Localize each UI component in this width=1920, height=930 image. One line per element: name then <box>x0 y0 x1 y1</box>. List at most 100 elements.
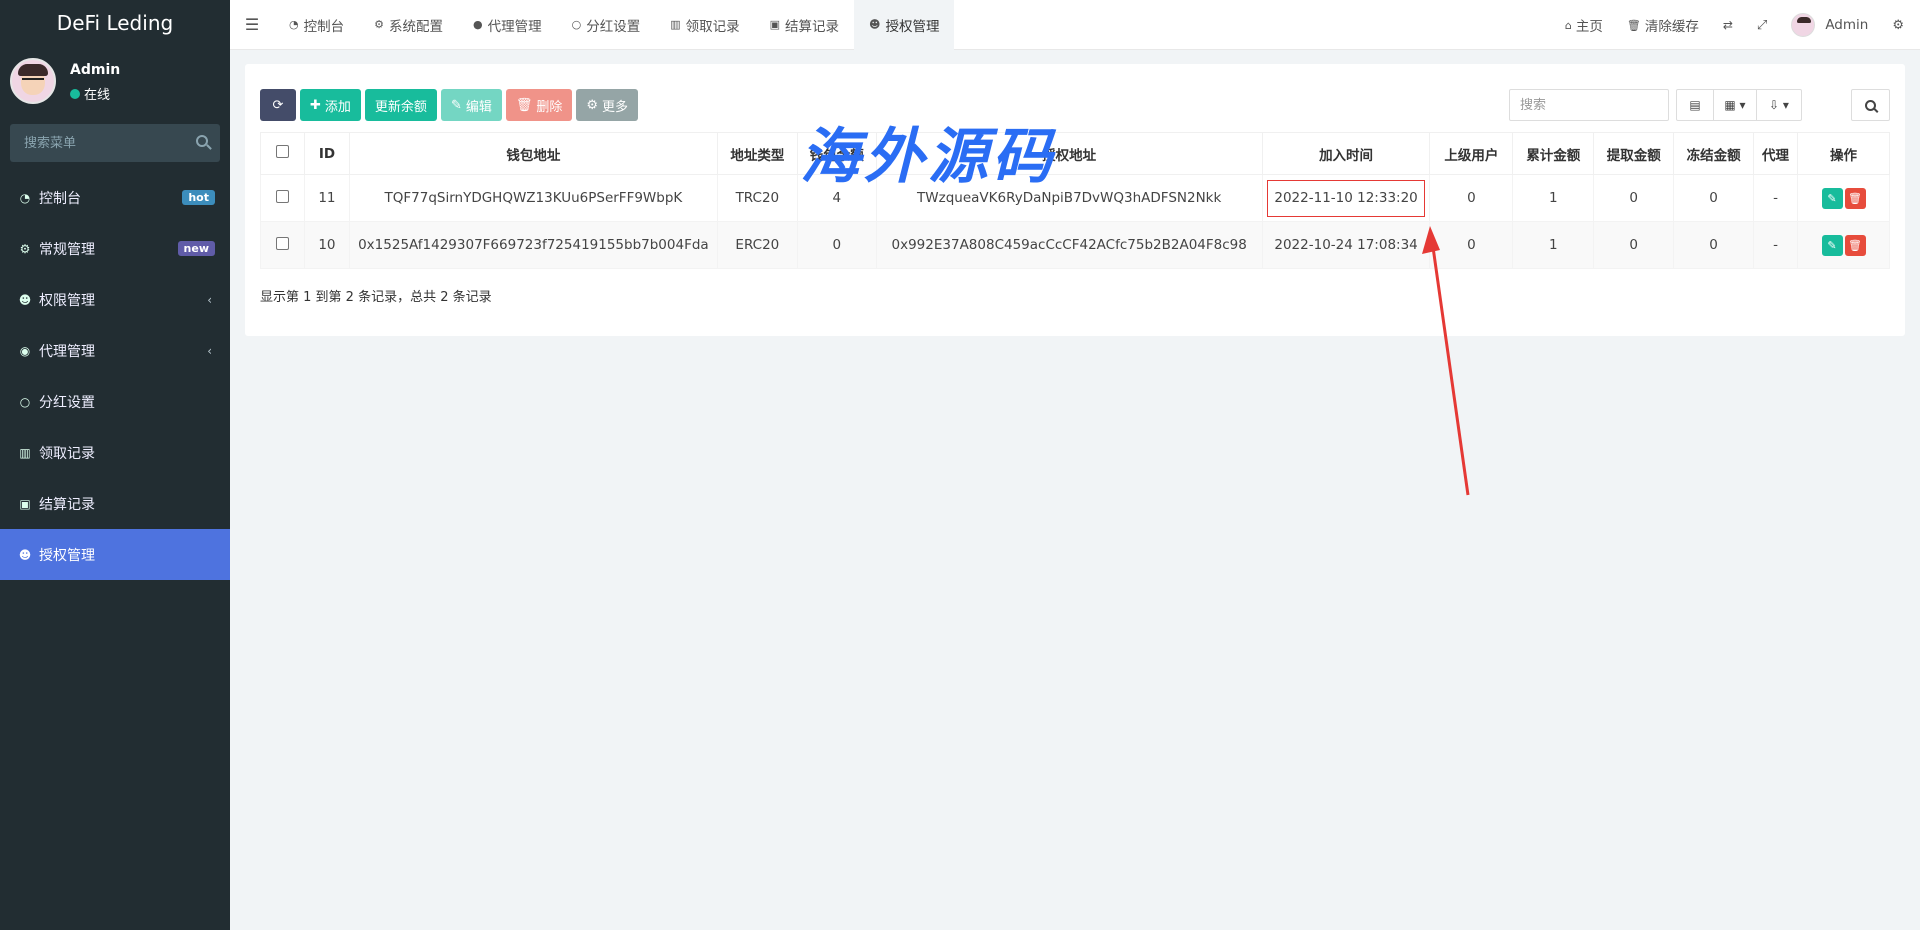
cell-id: 10 <box>303 221 350 269</box>
trash-icon: 🗑 <box>1626 18 1641 32</box>
sidebar-item-claims[interactable]: ▥ 领取记录 <box>0 427 230 478</box>
sidebar-item-agents[interactable]: ◉ 代理管理 ‹ <box>0 325 230 376</box>
col-actions: 操作 <box>1797 132 1890 175</box>
search-button[interactable] <box>1851 89 1890 121</box>
user-panel: Admin 在线 <box>0 50 230 118</box>
tab-agents[interactable]: ● 代理管理 <box>458 0 557 50</box>
tab-system-config[interactable]: ⚙ 系统配置 <box>359 0 458 50</box>
table-search-input[interactable] <box>1509 89 1669 121</box>
sidebar-item-authorization[interactable]: ☻ 授权管理 <box>0 529 230 580</box>
delete-row-button[interactable]: 🗑 <box>1844 187 1866 209</box>
avatar <box>10 58 56 104</box>
toggle-view-icon[interactable]: ▤ <box>1676 89 1714 121</box>
col-total[interactable]: 累计金额 <box>1512 132 1595 175</box>
sidebar-item-settlement[interactable]: ▣ 结算记录 <box>0 478 230 529</box>
user-menu[interactable]: Admin <box>1779 13 1880 37</box>
cell-time: 2022-10-24 17:08:34 <box>1261 221 1431 269</box>
users-icon: ☻ <box>869 18 881 31</box>
translate-icon[interactable]: ⇄ <box>1711 18 1745 32</box>
cogs-icon: ⚙ <box>19 241 31 256</box>
edit-button[interactable]: ✎ 编辑 <box>440 89 502 121</box>
trash-icon: 🗑 <box>1848 191 1862 205</box>
edit-row-button[interactable]: ✎ <box>1821 187 1843 209</box>
columns-icon[interactable]: ▦ ▾ <box>1713 89 1757 121</box>
avatar <box>1791 13 1816 37</box>
online-dot-icon <box>70 88 80 99</box>
dashboard-icon: ◔ <box>19 190 31 205</box>
cell-total: 1 <box>1512 221 1595 269</box>
search-icon[interactable] <box>196 135 208 147</box>
sidebar-item-dividend[interactable]: ○ 分红设置 <box>0 376 230 427</box>
gear-icon: ⚙ <box>586 97 599 113</box>
hot-badge: hot <box>182 190 215 205</box>
row-checkbox[interactable] <box>260 221 305 269</box>
cell-actions: ✎ 🗑 <box>1797 174 1890 222</box>
calc-icon: ▣ <box>769 18 781 31</box>
update-balance-button[interactable]: 更新余额 <box>364 89 437 121</box>
pencil-icon: ✎ <box>1827 191 1837 205</box>
top-nav: ☰ ◔ 控制台 ⚙ 系统配置 ● 代理管理 ○ 分红设置 ▥ 领取记录 ▣ 结算记录 ☻ 授权… <box>230 0 1920 50</box>
plus-icon: ✚ <box>310 97 321 113</box>
sidebar-item-dashboard[interactable]: ◔ 控制台 hot <box>0 172 230 223</box>
sidebar-item-general[interactable]: ⚙ 常规管理 new <box>0 223 230 274</box>
delete-row-button[interactable]: 🗑 <box>1844 234 1866 256</box>
refresh-icon: ⟳ <box>272 97 284 113</box>
tab-claims[interactable]: ▥ 领取记录 <box>655 0 754 50</box>
cell-withdraw: 0 <box>1593 174 1675 222</box>
col-withdraw[interactable]: 提取金额 <box>1593 132 1675 175</box>
table-tools: ▤ ▦ ▾ ⇩ ▾ <box>1676 89 1802 121</box>
table-header-row: ID 钱包地址 地址类型 钱包余额 授权地址 加入时间 上级用户 累计金额 提取… <box>260 132 1890 175</box>
pencil-icon: ✎ <box>450 97 462 113</box>
table-row[interactable]: 10 0x1525Af1429307F669723f725419155bb7b0… <box>260 221 1890 269</box>
tab-settlement[interactable]: ▣ 结算记录 <box>755 0 854 50</box>
annotation-arrow <box>1422 226 1470 496</box>
cell-auth: 0x992E37A808C459acCcCF42ACfc75b2B2A04F8c… <box>875 221 1263 269</box>
home-icon: ⌂ <box>1564 18 1572 32</box>
main-panel: ⟳ ✚添加 更新余额 ✎编辑 🗑删除 ⚙更多 ▤ ▦ ▾ ⇩ ▾ ID 钱包地址… <box>245 64 1905 336</box>
col-parent[interactable]: 上级用户 <box>1429 132 1514 175</box>
cell-type[interactable]: ERC20 <box>716 221 798 269</box>
add-button[interactable]: ✚ 添加 <box>300 89 361 121</box>
col-type[interactable]: 地址类型 <box>716 132 798 175</box>
user-status: 在线 <box>70 84 120 103</box>
col-time[interactable]: 加入时间 <box>1261 132 1431 175</box>
gear-icon: ⚙ <box>374 18 384 31</box>
row-checkbox[interactable] <box>260 174 305 222</box>
pencil-icon: ✎ <box>1827 238 1837 252</box>
more-button[interactable]: ⚙ 更多 <box>576 89 639 121</box>
settings-icon[interactable]: ⚙ <box>1880 18 1920 33</box>
cell-actions: ✎ 🗑 <box>1797 221 1890 269</box>
col-id[interactable]: ID <box>303 132 350 175</box>
app-logo[interactable]: DeFi Leding <box>0 0 230 50</box>
table-row[interactable]: 11 TQF77qSirnYDGHQWZ13KUu6PSerFF9WbpK TR… <box>260 174 1890 222</box>
home-link[interactable]: ⌂ 主页 <box>1553 15 1615 36</box>
cell-id: 11 <box>303 174 350 222</box>
search-icon <box>1865 99 1876 111</box>
col-agent[interactable]: 代理 <box>1753 132 1798 175</box>
sidebar: DeFi Leding Admin 在线 ◔ 控制台 hot ⚙ 常规管理 ne… <box>0 0 230 930</box>
refresh-button[interactable]: ⟳ <box>260 89 296 121</box>
tab-dashboard[interactable]: ◔ 控制台 <box>274 0 359 50</box>
users-icon: ☻ <box>18 547 32 562</box>
dashboard-icon: ◔ <box>289 18 299 31</box>
select-all-checkbox[interactable] <box>260 132 305 175</box>
cell-parent: 0 <box>1429 174 1514 222</box>
export-icon[interactable]: ⇩ ▾ <box>1756 89 1802 121</box>
circle-icon: ○ <box>571 18 582 31</box>
trash-icon: 🗑 <box>1848 238 1862 252</box>
cell-type[interactable]: TRC20 <box>716 174 798 222</box>
sidebar-item-permissions[interactable]: ☻ 权限管理 ‹ <box>0 274 230 325</box>
menu-search-input[interactable] <box>10 124 220 162</box>
edit-row-button[interactable]: ✎ <box>1821 234 1843 256</box>
cell-wallet: 0x1525Af1429307F669723f725419155bb7b004F… <box>348 221 718 269</box>
fullscreen-icon[interactable]: ⤢ <box>1745 18 1779 33</box>
col-frozen[interactable]: 冻结金额 <box>1673 132 1755 175</box>
tab-authorization[interactable]: ☻ 授权管理 <box>854 0 955 50</box>
clear-cache-link[interactable]: 🗑 清除缓存 <box>1615 15 1711 36</box>
cell-total: 1 <box>1512 174 1595 222</box>
menu-toggle-icon[interactable]: ☰ <box>230 0 274 50</box>
cell-agent: - <box>1753 221 1798 269</box>
delete-button[interactable]: 🗑 删除 <box>505 89 573 121</box>
col-wallet[interactable]: 钱包地址 <box>348 132 718 175</box>
tab-dividend[interactable]: ○ 分红设置 <box>557 0 656 50</box>
